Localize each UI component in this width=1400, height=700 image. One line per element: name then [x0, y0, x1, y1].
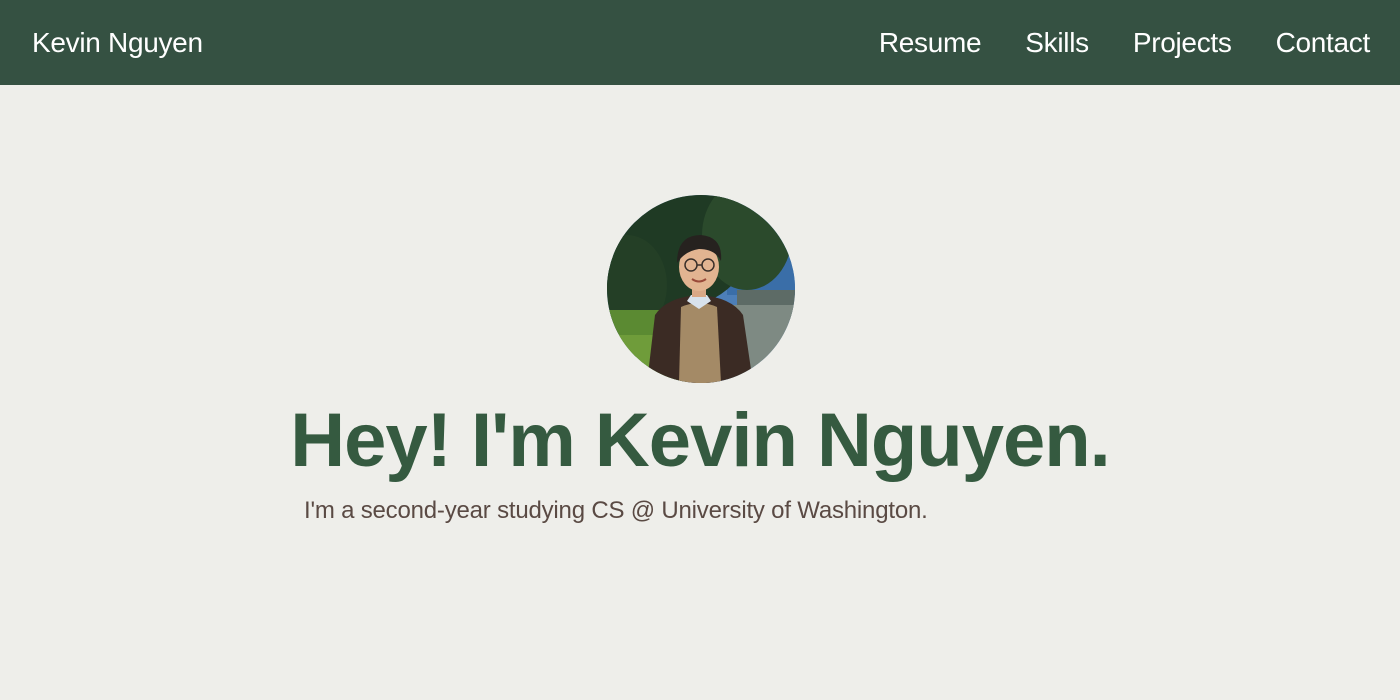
nav-link-skills[interactable]: Skills	[1025, 27, 1089, 59]
avatar	[607, 195, 795, 383]
nav-link-resume[interactable]: Resume	[879, 27, 982, 59]
hero-section: Hey! I'm Kevin Nguyen. I'm a second-year…	[0, 85, 1400, 700]
hero-title: Hey! I'm Kevin Nguyen.	[290, 398, 1111, 483]
nav-link-contact[interactable]: Contact	[1276, 27, 1371, 59]
hero-subtitle: I'm a second-year studying CS @ Universi…	[304, 497, 928, 524]
navbar: Kevin Nguyen Resume Skills Projects Cont…	[0, 0, 1400, 85]
brand-link[interactable]: Kevin Nguyen	[32, 27, 203, 59]
profile-photo	[607, 195, 795, 383]
nav-links: Resume Skills Projects Contact	[879, 27, 1370, 59]
nav-link-projects[interactable]: Projects	[1133, 27, 1232, 59]
